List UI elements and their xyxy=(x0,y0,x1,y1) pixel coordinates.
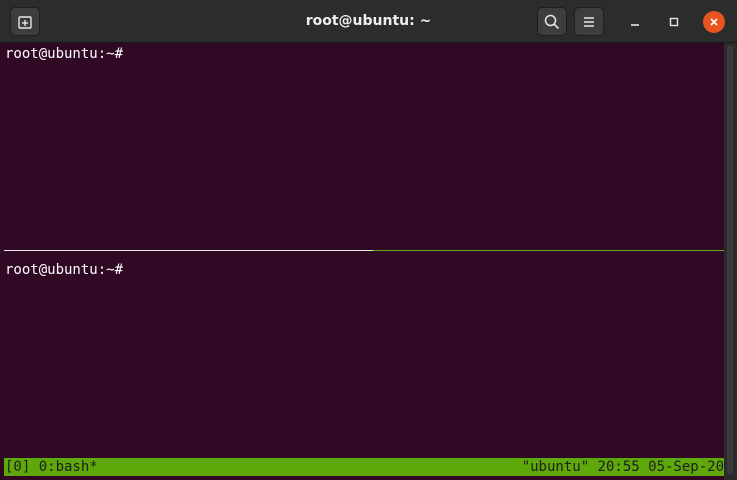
shell-prompt-bottom: root@ubuntu:~# xyxy=(5,262,124,278)
title-bar[interactable]: root@ubuntu: ~ xyxy=(0,0,737,43)
shell-prompt-top: root@ubuntu:~# xyxy=(5,46,124,62)
minimize-button[interactable] xyxy=(624,11,646,33)
tmux-pane-top[interactable] xyxy=(0,43,724,249)
tmux-status-bar: [0] 0:bash* "ubuntu" 20:55 05-Sep-20 xyxy=(4,458,724,476)
menu-button[interactable] xyxy=(574,7,604,36)
close-icon xyxy=(708,13,720,32)
tmux-status-right: "ubuntu" 20:55 05-Sep-20 xyxy=(521,459,724,475)
minimize-icon xyxy=(629,13,641,32)
terminal-area[interactable]: root@ubuntu:~# root@ubuntu:~# [0] 0:bash… xyxy=(0,43,724,480)
close-button[interactable] xyxy=(703,11,725,33)
terminal-window: root@ubuntu: ~ root@ubuntu:~# root@ubunt… xyxy=(0,0,737,480)
maximize-icon xyxy=(668,13,680,32)
tmux-status-left: [0] 0:bash* xyxy=(5,459,98,475)
pane-divider-right-active xyxy=(373,250,724,251)
pane-divider-left xyxy=(4,250,373,251)
scrollbar-thumb[interactable] xyxy=(727,45,733,475)
tmux-pane-bottom[interactable] xyxy=(0,253,724,458)
search-button[interactable] xyxy=(537,7,567,36)
new-tab-button[interactable] xyxy=(10,7,40,36)
maximize-button[interactable] xyxy=(663,11,685,33)
new-tab-icon xyxy=(17,14,33,30)
search-icon xyxy=(544,14,560,30)
scrollbar[interactable] xyxy=(724,43,737,480)
hamburger-menu-icon xyxy=(582,15,596,29)
